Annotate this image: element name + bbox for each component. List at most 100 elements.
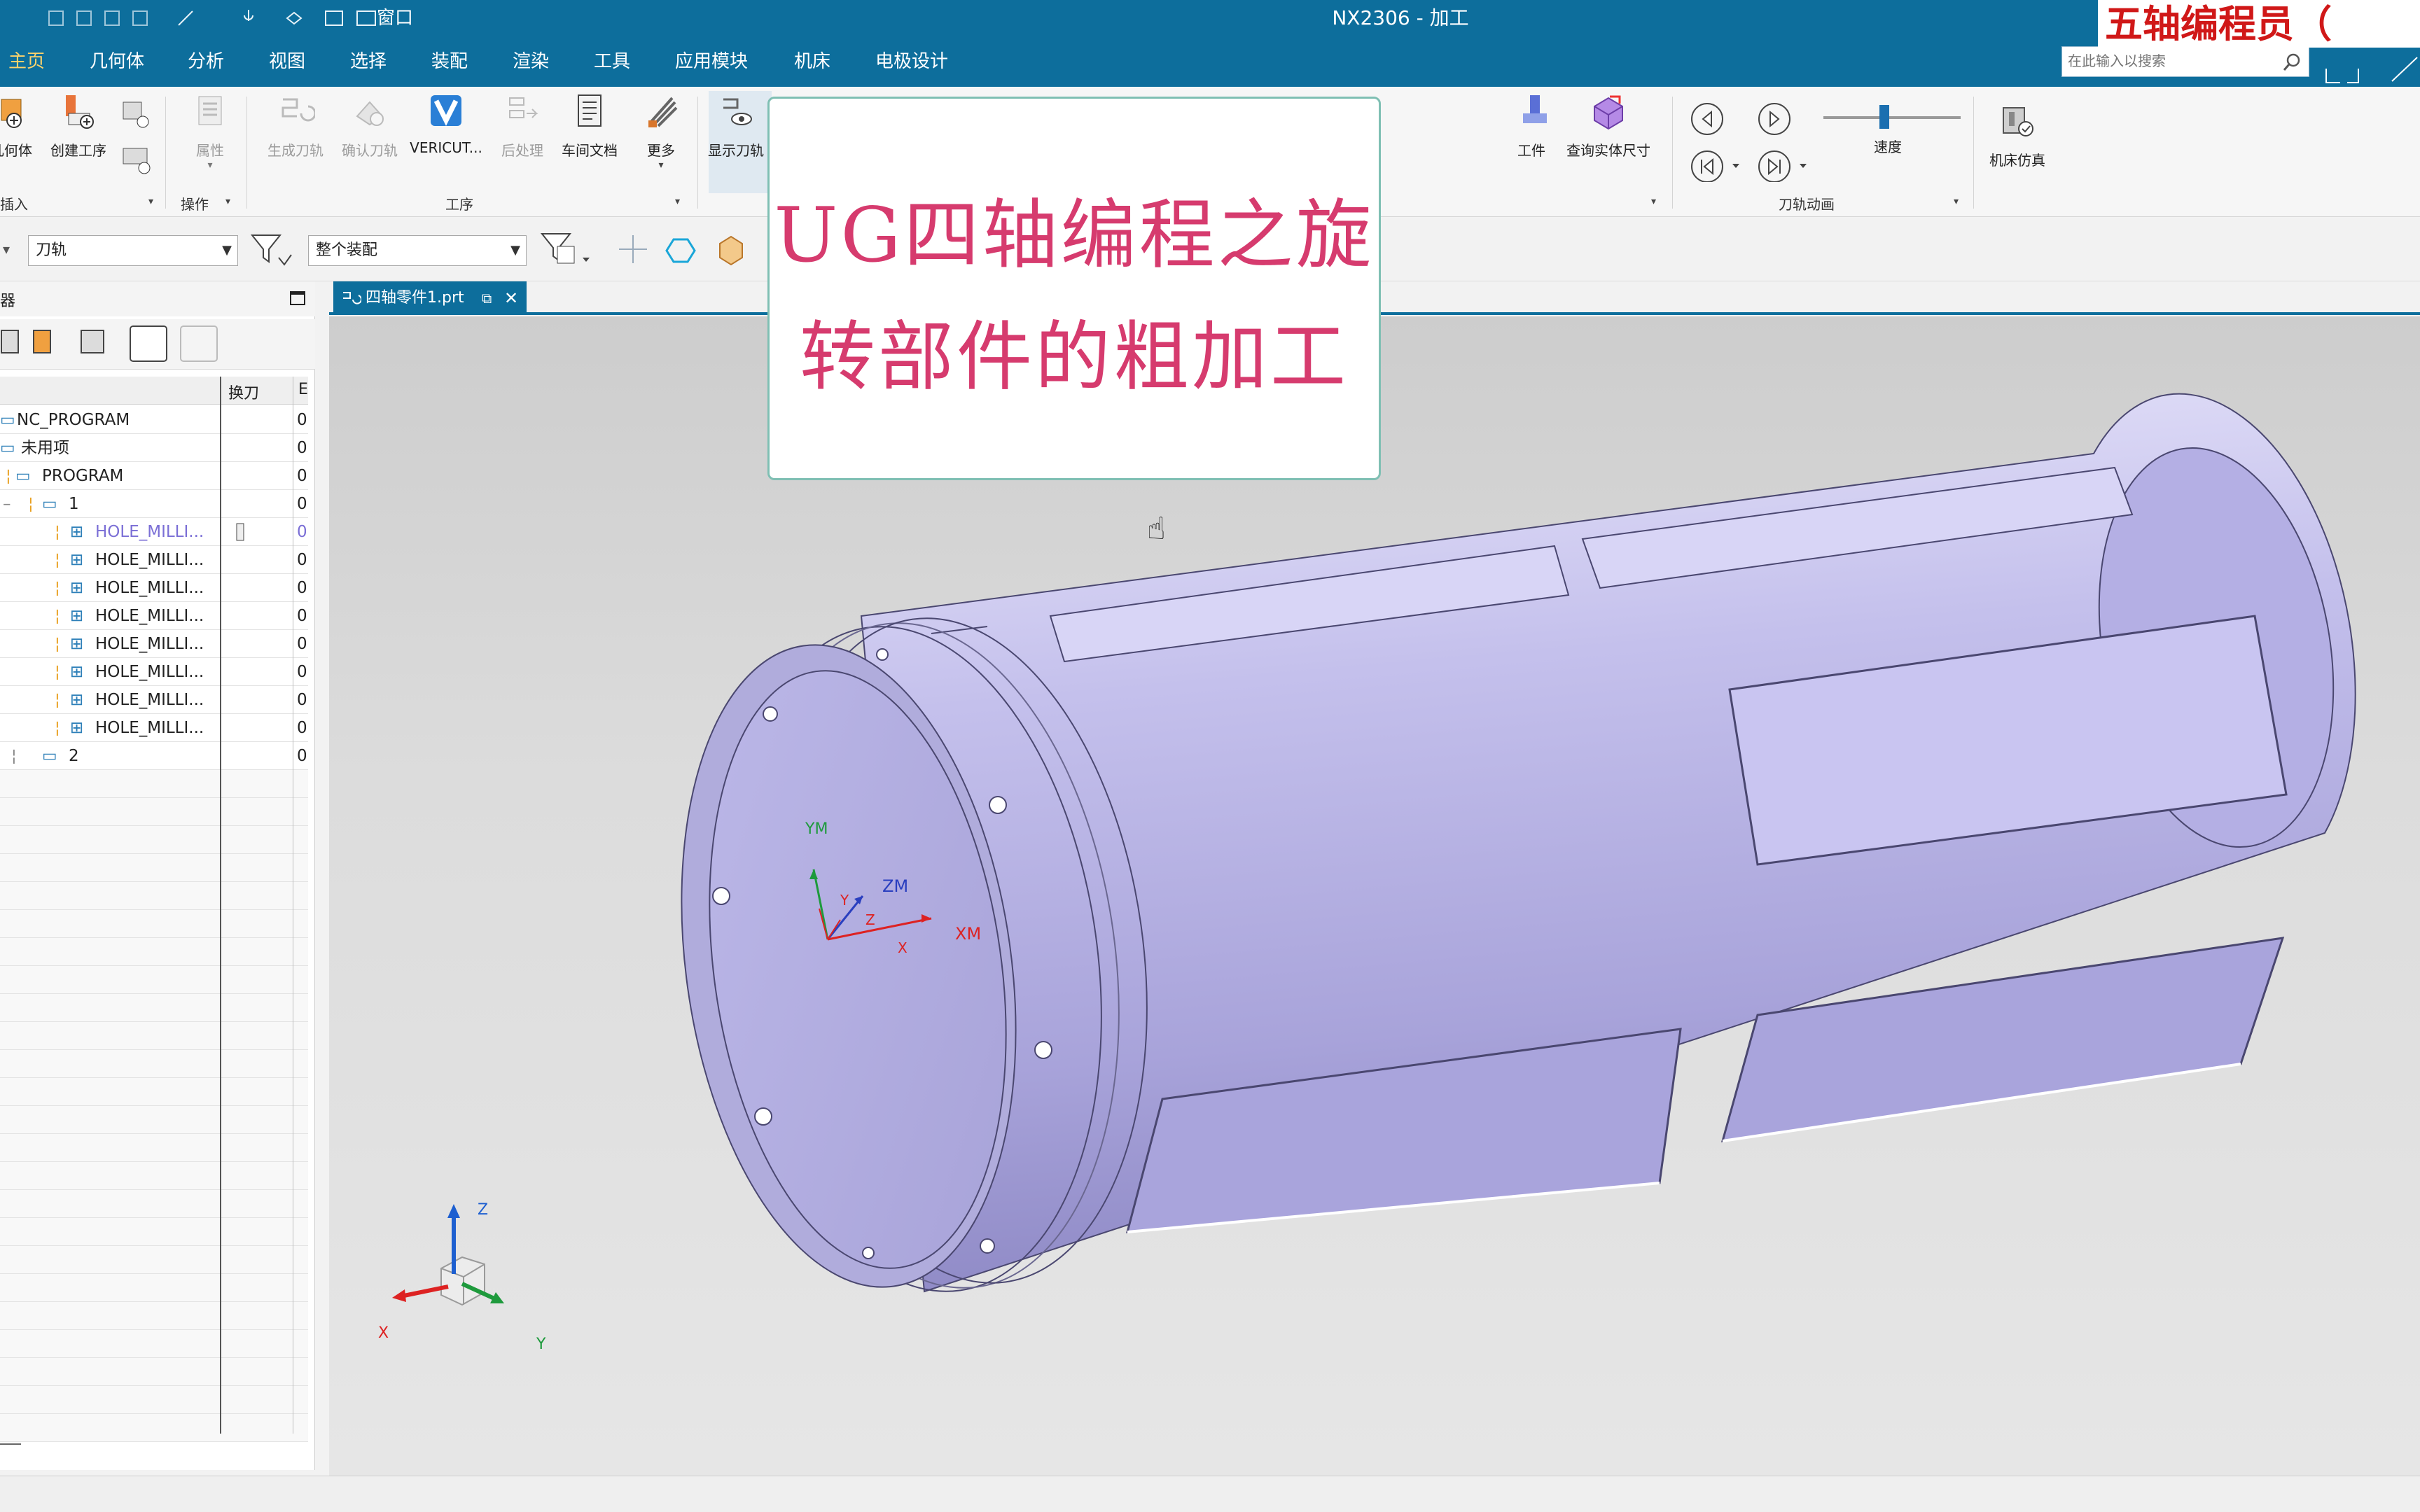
small-insert-icons[interactable] — [119, 98, 155, 182]
tree-row-nc-program[interactable]: ▭ NC_PROGRAM 0 — [0, 406, 308, 434]
maximize-icon[interactable] — [290, 291, 305, 305]
menu-home[interactable]: 主页 — [4, 36, 49, 87]
type-filter-value: 刀轨 — [36, 241, 67, 259]
tree-row-hole-milling-1[interactable]: ¦ ⊞ HOLE_MILLI... 0 — [0, 518, 308, 546]
tree-row-unused-items[interactable]: ▭ 未用项 0 — [0, 434, 308, 462]
ribbon-separator — [1672, 97, 1673, 209]
column-divider[interactable] — [220, 377, 221, 1434]
properties-button[interactable]: 属性 ▾ — [176, 92, 244, 171]
tree-row-hole-milling-3[interactable]: ¦ ⊞ HOLE_MILLI... 0 — [0, 574, 308, 602]
tree-row-hole-milling-4[interactable]: ¦ ⊞ HOLE_MILLI... 0 — [0, 602, 308, 630]
verify-toolpath-button[interactable]: 确认刀轨 — [333, 92, 406, 160]
animation-group-dropdown[interactable]: ▾ — [1954, 196, 1959, 207]
shop-documentation-icon — [578, 94, 601, 127]
menu-electrode-design[interactable]: 电极设计 — [871, 36, 952, 87]
window-title: NX2306 - 加工 — [1332, 6, 1469, 29]
generate-toolpath-button[interactable]: 生成刀轨 — [259, 92, 332, 160]
search-input[interactable] — [2062, 47, 2272, 75]
menu-tools[interactable]: 工具 — [590, 36, 634, 87]
tree-row-hole-milling-2[interactable]: ¦ ⊞ HOLE_MILLI... 0 — [0, 546, 308, 574]
work-csys[interactable] — [784, 813, 994, 995]
document-tab[interactable]: 四轴零件1.prt ⧉ ✕ — [333, 281, 527, 315]
more-button[interactable]: 更多 ▾ — [627, 92, 695, 171]
workpiece-button[interactable]: 工件 — [1505, 92, 1557, 160]
vericut-icon — [431, 95, 461, 126]
shop-documentation-button[interactable]: 车间文档 — [553, 92, 626, 160]
scope-filter-value: 整个装配 — [316, 241, 378, 259]
verify-toolpath-icon — [356, 101, 384, 126]
insert-group-dropdown[interactable]: ▾ — [148, 196, 153, 207]
triad-y-label: Y — [536, 1336, 546, 1353]
empty-row — [0, 770, 308, 798]
chevron-down-icon: ▼ — [222, 243, 232, 258]
close-icon[interactable]: ✕ — [504, 281, 518, 315]
document-tab-label: 四轴零件1.prt — [366, 289, 464, 307]
postprocess-button[interactable]: 后处理 — [486, 92, 559, 160]
empty-row — [0, 1386, 308, 1414]
empty-row — [0, 910, 308, 938]
empty-row — [0, 994, 308, 1022]
create-operation-button[interactable]: 创建工序 — [42, 92, 115, 160]
search-icon[interactable] — [2282, 52, 2302, 72]
machine-simulation-button[interactable]: 机床仿真 — [1979, 102, 2056, 169]
empty-row — [0, 966, 308, 994]
empty-row — [0, 1302, 308, 1330]
generate-toolpath-icon — [281, 98, 317, 122]
menu-render[interactable]: 渲染 — [508, 36, 553, 87]
view-triad[interactable] — [371, 1191, 553, 1345]
vericut-button[interactable]: VERICUT... — [408, 92, 485, 156]
menu-view[interactable]: 视图 — [265, 36, 310, 87]
geometry-button[interactable]: 几何体 — [0, 92, 36, 160]
tree-row-hole-milling-7[interactable]: ¦ ⊞ HOLE_MILLI... 0 — [0, 686, 308, 714]
type-filter-select[interactable]: 刀轨 ▼ — [28, 235, 238, 266]
csys-y-label: Y — [840, 892, 849, 909]
empty-row — [0, 1078, 308, 1106]
tree-row-program[interactable]: ¦ ▭ PROGRAM 0 — [0, 462, 308, 490]
workpiece-group-dropdown[interactable]: ▾ — [1651, 196, 1656, 207]
channel-banner: 五轴编程员（ — [2098, 0, 2420, 48]
detach-icon[interactable]: ⧉ — [482, 281, 492, 315]
speed-slider-thumb[interactable] — [1879, 105, 1889, 129]
navigator-column-header: 换刀 E — [0, 377, 308, 405]
operation-group-dropdown[interactable]: ▾ — [225, 196, 230, 207]
empty-row — [0, 1134, 308, 1162]
filter-funnel-icon[interactable] — [246, 230, 298, 272]
menu-dropdown[interactable]: ▾ — [3, 241, 10, 258]
postprocess-label: 后处理 — [501, 142, 543, 159]
menu-applications[interactable]: 应用模块 — [671, 36, 752, 87]
window-menu-label[interactable]: 窗口 — [377, 6, 413, 31]
menu-select[interactable]: 选择 — [346, 36, 391, 87]
speed-slider-track[interactable] — [1823, 116, 1961, 119]
empty-row — [0, 798, 308, 826]
create-operation-label: 创建工序 — [50, 142, 106, 159]
animation-controls[interactable] — [1686, 98, 1840, 182]
menu-geometry[interactable]: 几何体 — [85, 36, 148, 87]
tree-row-group-1[interactable]: – ¦ ▭ 1 0 — [0, 490, 308, 518]
part-model[interactable] — [329, 316, 2420, 1476]
empty-row — [0, 1246, 308, 1274]
tree-row-hole-milling-5[interactable]: ¦ ⊞ HOLE_MILLI... 0 — [0, 630, 308, 658]
status-bar — [0, 1476, 2420, 1512]
tree-row-hole-milling-6[interactable]: ¦ ⊞ HOLE_MILLI... 0 — [0, 658, 308, 686]
column-tool-change[interactable]: 换刀 — [228, 381, 259, 403]
menu-assembly[interactable]: 装配 — [427, 36, 472, 87]
query-solid-size-button[interactable]: 查询实体尺寸 — [1557, 92, 1660, 160]
graphics-viewport[interactable]: YM ZM XM Y Z X ☝ Z X Y — [329, 316, 2420, 1476]
navigator-toolbar-icons[interactable] — [0, 319, 315, 370]
tree-row-group-2[interactable]: ¦ ▭ 2 0 — [0, 742, 308, 770]
display-toolpath-button[interactable]: 显示刀轨 — [704, 92, 767, 160]
column-third[interactable]: E — [298, 381, 308, 398]
command-search[interactable] — [2061, 46, 2309, 77]
tree-row-hole-milling-8[interactable]: ¦ ⊞ HOLE_MILLI... 0 — [0, 714, 308, 742]
workpiece-label: 工件 — [1517, 142, 1545, 159]
scope-filter-select[interactable]: 整个装配 ▼ — [308, 235, 527, 266]
process-group-dropdown[interactable]: ▾ — [675, 196, 680, 207]
title-card-line-1: UG四轴编程之旋 — [774, 192, 1375, 279]
query-solid-size-label: 查询实体尺寸 — [1566, 142, 1650, 159]
empty-row — [0, 1106, 308, 1134]
menu-machine[interactable]: 机床 — [790, 36, 835, 87]
menu-analysis[interactable]: 分析 — [183, 36, 228, 87]
window-controls[interactable] — [2319, 53, 2420, 85]
empty-row — [0, 1414, 308, 1442]
empty-row — [0, 1358, 308, 1386]
